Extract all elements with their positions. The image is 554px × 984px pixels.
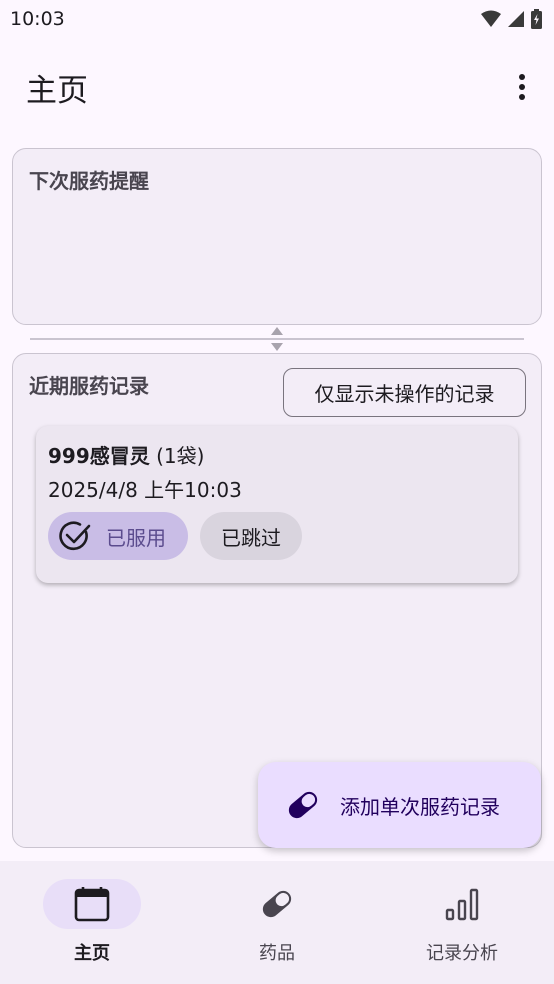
fab-label: 添加单次服药记录 — [340, 794, 500, 819]
nav-home-label: 主页 — [74, 943, 110, 964]
signal-icon — [508, 11, 524, 27]
battery-charging-icon — [531, 9, 542, 29]
nav-item-home[interactable]: 主页 — [0, 861, 184, 984]
taken-chip[interactable]: 已服用 — [48, 512, 188, 560]
calendar-icon — [74, 887, 110, 922]
skipped-chip-label: 已跳过 — [221, 525, 281, 550]
add-single-record-fab[interactable]: 添加单次服药记录 — [258, 762, 541, 848]
record-medicine-title: 999感冒灵 — [48, 444, 150, 468]
taken-chip-label: 已服用 — [106, 525, 166, 550]
recent-records-title: 近期服药记录 — [29, 374, 149, 398]
nav-home-indicator — [43, 879, 141, 929]
status-bar: 10:03 — [0, 0, 554, 38]
skipped-chip[interactable]: 已跳过 — [200, 512, 302, 560]
bar-chart-icon — [445, 888, 479, 921]
wifi-icon — [481, 10, 501, 27]
record-dose: (1袋) — [156, 444, 205, 468]
nav-analysis-indicator — [413, 879, 511, 929]
resize-splitter[interactable] — [30, 326, 524, 352]
nav-item-medicines[interactable]: 药品 — [185, 861, 369, 984]
more-options-button[interactable] — [510, 67, 534, 107]
pill-icon — [288, 791, 318, 819]
filter-unhandled-button[interactable]: 仅显示未操作的记录 — [283, 368, 526, 417]
record-time: 2025/4/8 上午10:03 — [48, 478, 242, 502]
status-time: 10:03 — [10, 8, 65, 30]
nav-medicines-indicator — [228, 879, 326, 929]
bottom-navigation: 主页 药品 记录分析 — [0, 861, 554, 984]
record-medicine-name: 999感冒灵 (1袋) — [48, 440, 204, 469]
pill-icon — [262, 890, 292, 918]
nav-analysis-label: 记录分析 — [426, 943, 498, 964]
check-circle-icon — [59, 521, 91, 551]
app-bar: 主页 — [0, 52, 554, 122]
next-reminder-title: 下次服药提醒 — [29, 169, 149, 193]
page-title: 主页 — [26, 72, 88, 109]
more-vert-icon — [519, 74, 525, 100]
next-reminder-card: 下次服药提醒 — [12, 148, 542, 325]
nav-item-analysis[interactable]: 记录分析 — [370, 861, 554, 984]
status-icons — [481, 9, 542, 29]
nav-medicines-label: 药品 — [259, 943, 295, 964]
record-item: 999感冒灵 (1袋) 2025/4/8 上午10:03 已服用 已跳过 — [36, 426, 518, 583]
drag-handle-icon[interactable] — [268, 326, 286, 352]
